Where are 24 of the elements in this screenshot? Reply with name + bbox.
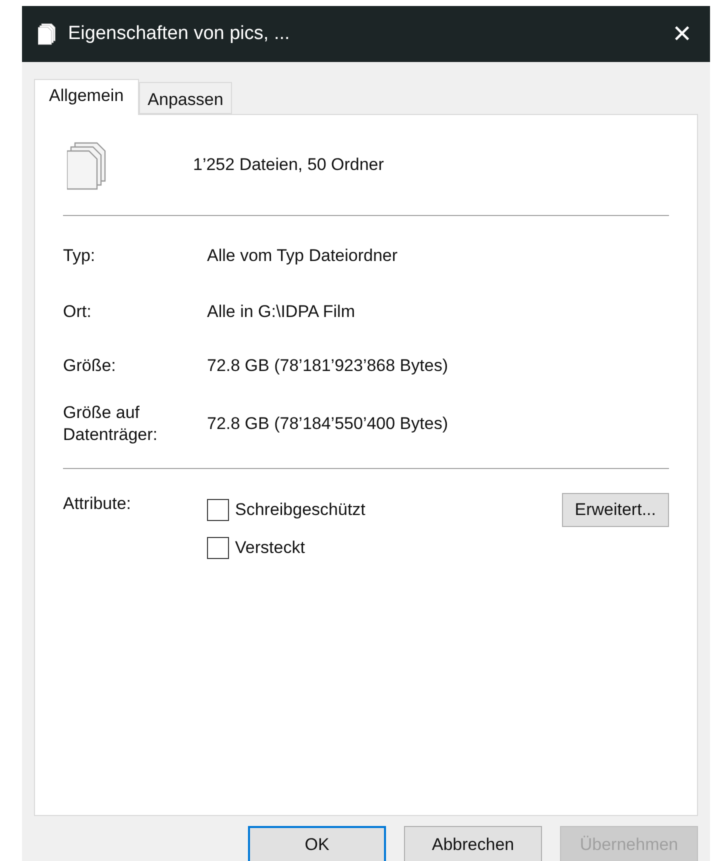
property-value: Alle in G:\IDPA Film [207,302,356,322]
checkbox[interactable]: Schreibgeschützt [207,493,562,527]
tab[interactable]: Anpassen [138,82,232,114]
checkbox-box[interactable] [207,537,229,559]
checkbox[interactable]: Versteckt [207,537,562,559]
checkbox-box[interactable] [207,499,229,521]
checkbox-label: Schreibgeschützt [235,500,366,520]
property-label: Typ: [63,244,96,267]
dialog-button[interactable]: OK [248,826,386,861]
window-title: Eigenschaften von pics, ... [68,23,291,45]
property-value: 72.8 GB (78’181’923’868 Bytes) [207,356,449,376]
file-count: 1’252 Dateien, 50 Ordner [193,155,384,175]
property-value: 72.8 GB (78’184’550’400 Bytes) [207,414,449,434]
property-label: Größe: [63,354,117,377]
property-value: Alle vom Typ Dateiordner [207,246,399,266]
property-label: Ort: [63,300,92,323]
dialog-button[interactable]: Abbrechen [404,826,542,861]
documents-icon [38,22,56,46]
attributes-label: Attribute: [63,493,132,515]
checkbox-label: Versteckt [235,538,305,558]
advanced-button[interactable]: Erweitert... [562,493,669,527]
property-label: Größe auf Datenträger: [63,402,158,446]
close-button[interactable]: ✕ [654,6,710,62]
tab[interactable]: Allgemein [34,79,139,115]
